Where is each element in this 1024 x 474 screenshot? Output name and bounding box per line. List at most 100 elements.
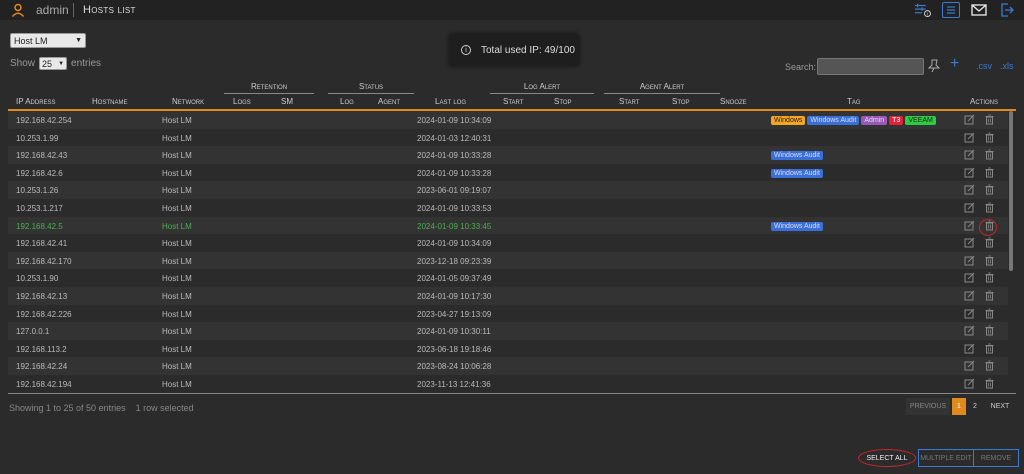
top-bar: admin Hosts list i [0, 0, 1024, 20]
group-header-retention: Retention [250, 82, 288, 91]
pagination-next[interactable]: NEXT [986, 398, 1014, 415]
table-row[interactable]: 10.253.1.26 Host LM 2023-06-01 09:19:07 [8, 181, 1008, 199]
cell-ip: 10.253.1.217 [16, 204, 63, 213]
page-title: Hosts list [83, 4, 136, 16]
delete-icon[interactable] [984, 132, 995, 143]
mail-icon[interactable] [970, 2, 988, 18]
host-select[interactable]: Host LM ▼ [10, 33, 86, 48]
edit-icon[interactable] [964, 343, 975, 354]
show-label: Show [10, 58, 36, 69]
col-log-alert-stop[interactable]: Stop [554, 97, 572, 106]
table-row[interactable]: 192.168.42.41 Host LM 2024-01-09 10:34:09 [8, 234, 1008, 252]
col-snooze[interactable]: Snooze [720, 97, 747, 106]
table-row[interactable]: 192.168.113.2 Host LM 2023-06-18 19:18:46 [8, 339, 1008, 358]
cell-ip: 192.168.42.170 [16, 256, 72, 266]
edit-icon[interactable] [964, 255, 975, 266]
col-agent-alert-stop[interactable]: Stop [672, 97, 690, 106]
col-agent[interactable]: Agent [378, 97, 400, 106]
delete-icon[interactable] [984, 184, 995, 195]
list-icon[interactable] [942, 2, 960, 18]
table-row[interactable]: 10.253.1.99 Host LM 2024-01-03 12:40:31 [8, 128, 1008, 147]
edit-icon[interactable] [964, 184, 975, 195]
edit-icon[interactable] [964, 325, 975, 336]
chevron-down-icon: ▼ [75, 37, 82, 44]
col-log-alert-start[interactable]: Start [503, 97, 523, 106]
table-row[interactable]: 10.253.1.90 Host LM 2024-01-05 09:37:49 [8, 269, 1008, 287]
edit-icon[interactable] [964, 272, 975, 283]
edit-icon[interactable] [964, 220, 975, 231]
col-log[interactable]: Log [340, 97, 354, 106]
cell-network: Host LM [162, 151, 192, 161]
edit-icon[interactable] [964, 202, 975, 213]
delete-icon[interactable] [984, 272, 995, 283]
col-network[interactable]: Network [172, 97, 204, 106]
sliders-info-icon[interactable]: i [914, 2, 932, 18]
delete-icon[interactable] [984, 255, 995, 266]
export-xls-link[interactable]: .xls [1000, 61, 1014, 71]
table-scrollbar[interactable] [1009, 111, 1013, 271]
pagination-page-1[interactable]: 1 [952, 398, 966, 415]
delete-icon[interactable] [984, 237, 995, 248]
edit-icon[interactable] [964, 149, 975, 160]
delete-icon[interactable] [984, 202, 995, 213]
search-input[interactable] [817, 58, 924, 75]
group-divider [604, 93, 720, 94]
username[interactable]: admin [36, 3, 69, 17]
edit-icon[interactable] [964, 308, 975, 319]
pin-icon[interactable] [928, 59, 940, 73]
col-hostname[interactable]: Hostname [92, 97, 127, 106]
col-tag[interactable]: Tag [847, 97, 861, 106]
edit-icon[interactable] [964, 360, 975, 371]
delete-icon[interactable] [984, 167, 995, 178]
table-row[interactable]: 192.168.42.24 Host LM 2023-08-24 10:06:28 [8, 357, 1008, 375]
delete-icon[interactable] [984, 325, 995, 336]
remove-button[interactable]: REMOVE [973, 449, 1019, 467]
cell-ip: 10.253.1.99 [16, 133, 59, 143]
logout-icon[interactable] [998, 2, 1016, 18]
delete-icon[interactable] [984, 308, 995, 319]
user-icon[interactable] [11, 3, 25, 17]
col-logs[interactable]: Logs [233, 97, 251, 106]
col-actions: Actions [970, 97, 999, 106]
cell-network: Host LM [162, 380, 192, 389]
edit-icon[interactable] [964, 378, 975, 389]
col-last-log[interactable]: Last log [435, 97, 466, 106]
pagination-previous[interactable]: PREVIOUS [906, 398, 950, 415]
edit-icon[interactable] [964, 290, 975, 301]
table-row[interactable]: 192.168.42.43 Host LM 2024-01-09 10:33:28 W… [8, 146, 1008, 164]
col-sm[interactable]: SM [281, 97, 293, 106]
page-length-select[interactable]: 25 ▼ [39, 57, 68, 70]
cell-ip: 192.168.42.13 [16, 292, 68, 301]
add-host-icon[interactable]: + [950, 56, 959, 72]
delete-icon[interactable] [984, 290, 995, 301]
delete-icon[interactable] [984, 360, 995, 371]
delete-icon[interactable] [984, 378, 995, 389]
cell-ip: 192.168.42.43 [16, 151, 68, 161]
group-divider [328, 93, 414, 94]
table-row[interactable]: 192.168.42.6 Host LM 2024-01-09 10:33:28 Wi… [8, 163, 1008, 182]
selection-info: 1 row selected [135, 403, 194, 413]
export-csv-link[interactable]: .csv [976, 61, 992, 71]
table-row-selected[interactable]: 192.168.42.5 Host LM 2024-01-09 10:33:45 Wi… [8, 216, 1008, 235]
delete-icon[interactable] [984, 343, 995, 354]
multiple-edit-button[interactable]: MULTIPLE EDIT [918, 449, 973, 467]
edit-icon[interactable] [964, 114, 975, 125]
edit-icon[interactable] [964, 167, 975, 178]
col-agent-alert-start[interactable]: Start [619, 97, 639, 106]
delete-icon[interactable] [984, 114, 995, 125]
edit-icon[interactable] [964, 132, 975, 143]
edit-icon[interactable] [964, 237, 975, 248]
table-row[interactable]: 192.168.42.170 Host LM 2023-12-18 09:23:39 [8, 251, 1008, 270]
table-row[interactable]: 10.253.1.217 Host LM 2024-01-09 10:33:53 [8, 199, 1008, 217]
delete-icon[interactable] [984, 149, 995, 160]
table-row[interactable]: 192.168.42.254 Host LM 2024-01-09 10:34:09… [8, 111, 1008, 129]
pagination-page-2[interactable]: 2 [968, 398, 982, 415]
cell-last-log: 2024-01-09 10:33:45 [417, 221, 492, 231]
cell-tags: Windows Audit [771, 221, 825, 231]
table-row[interactable]: 192.168.42.194 Host LM 2023-11-13 12:41:36 [8, 375, 1008, 393]
table-row[interactable]: 127.0.0.1 Host LM 2024-01-09 10:30:11 [8, 322, 1008, 340]
table-row[interactable]: 192.168.42.13 Host LM 2024-01-09 10:17:30 [8, 287, 1008, 305]
col-ip-address[interactable]: IP Address [16, 97, 56, 106]
table-row[interactable]: 192.168.42.226 Host LM 2023-04-27 19:13:09 [8, 304, 1008, 323]
select-all-button[interactable]: SELECT ALL [858, 449, 916, 467]
